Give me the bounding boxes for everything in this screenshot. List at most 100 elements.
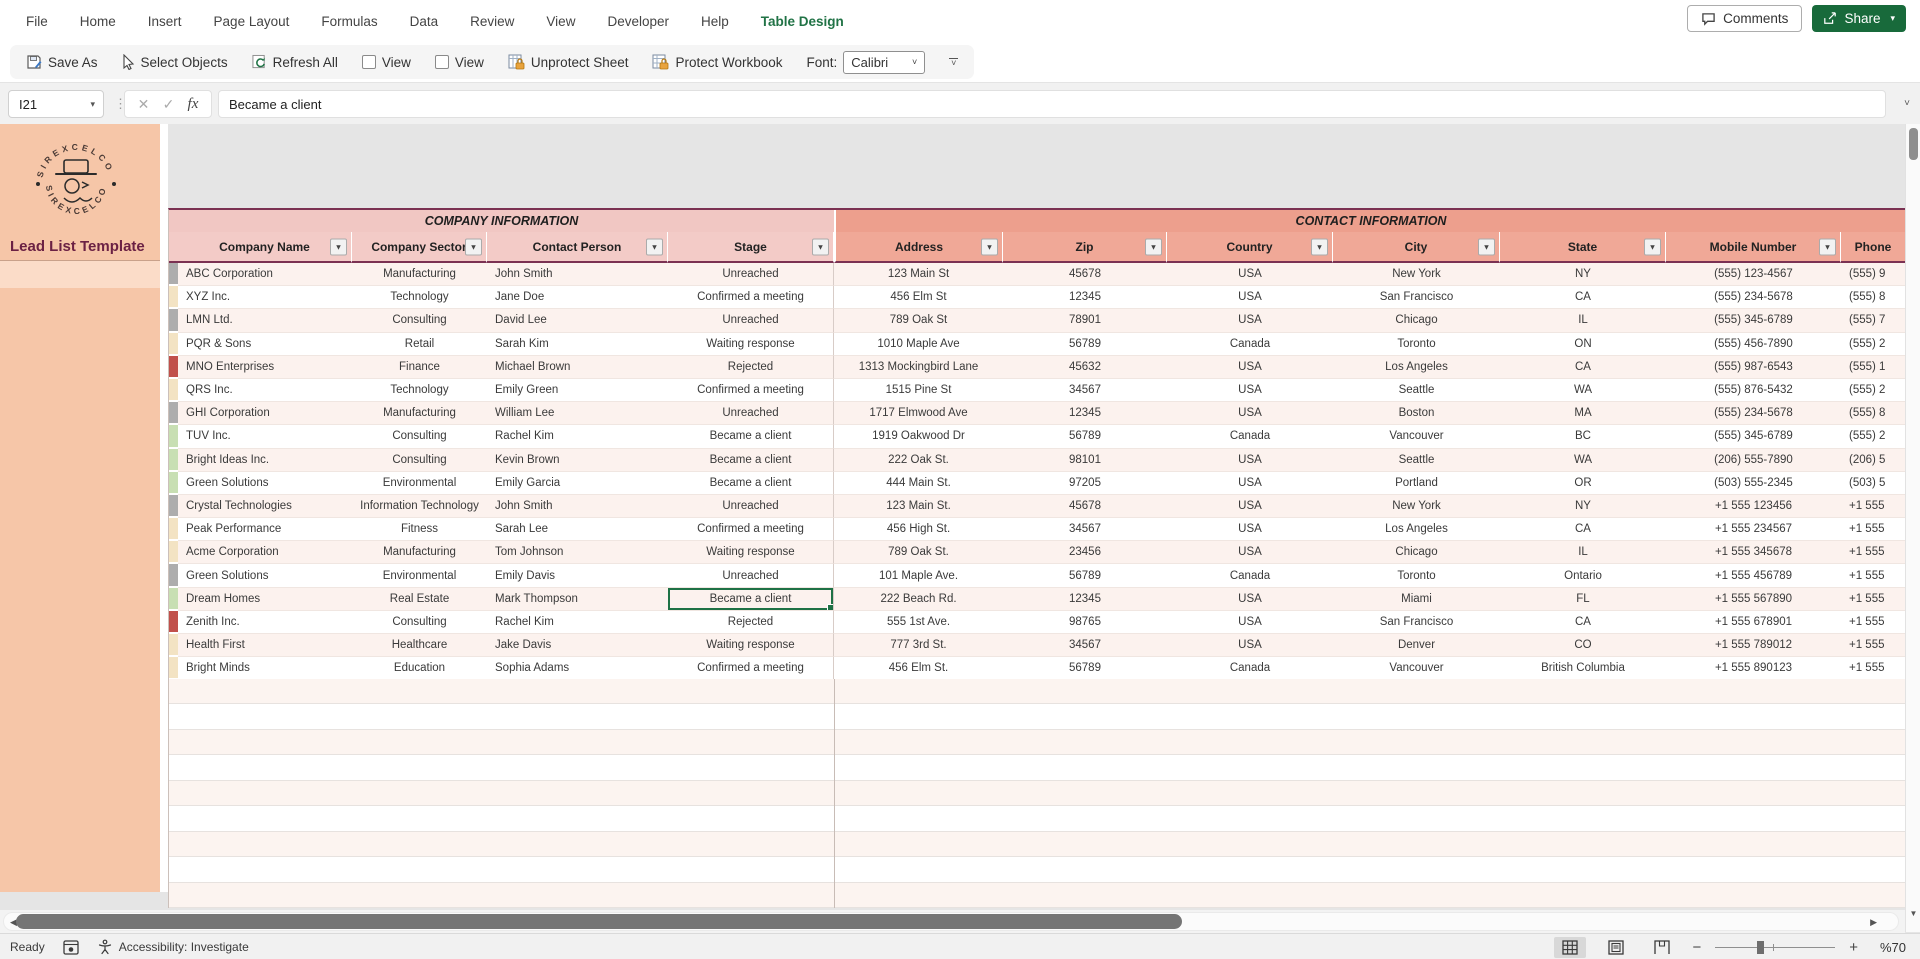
cell-company[interactable]: Dream Homes xyxy=(178,588,352,611)
cell-city[interactable]: Denver xyxy=(1333,634,1500,657)
cell-stage[interactable]: Confirmed a meeting xyxy=(668,379,834,402)
filter-button-company[interactable]: ▾ xyxy=(330,238,347,255)
cell-contact[interactable]: Tom Johnson xyxy=(487,541,668,564)
cell-mobile[interactable]: (555) 345-6789 xyxy=(1666,309,1841,332)
cell-company[interactable]: Green Solutions xyxy=(178,564,352,587)
cell-contact[interactable]: Kevin Brown xyxy=(487,449,668,472)
cell-mobile[interactable]: +1 555 890123 xyxy=(1666,657,1841,680)
cell-zip[interactable]: 56789 xyxy=(1003,657,1167,680)
cell-phone[interactable]: +1 555 xyxy=(1841,518,1906,541)
cell-mobile[interactable]: (555) 987-6543 xyxy=(1666,356,1841,379)
cell-state[interactable]: NY xyxy=(1500,495,1666,518)
cell-stage[interactable]: Waiting response xyxy=(668,333,834,356)
cell-sector[interactable]: Consulting xyxy=(352,425,487,448)
cell-phone[interactable]: (555) 9 xyxy=(1841,263,1906,286)
cell-mobile[interactable]: (555) 234-5678 xyxy=(1666,402,1841,425)
cell-contact[interactable]: Sarah Kim xyxy=(487,333,668,356)
cell-zip[interactable]: 45678 xyxy=(1003,495,1167,518)
cell-company[interactable]: TUV Inc. xyxy=(178,425,352,448)
cell-city[interactable]: Seattle xyxy=(1333,449,1500,472)
vertical-scrollbar-thumb[interactable] xyxy=(1909,128,1918,160)
menu-insert[interactable]: Insert xyxy=(148,14,182,29)
cell-country[interactable]: Canada xyxy=(1167,333,1333,356)
cell-country[interactable]: Canada xyxy=(1167,425,1333,448)
cell-zip[interactable]: 78901 xyxy=(1003,309,1167,332)
cell-state[interactable]: CA xyxy=(1500,286,1666,309)
ribbon-collapse-button[interactable]: ˅ xyxy=(949,58,958,66)
cell-city[interactable]: Vancouver xyxy=(1333,425,1500,448)
cell-stage[interactable]: Confirmed a meeting xyxy=(668,518,834,541)
view-checkbox-2[interactable]: View xyxy=(435,55,484,70)
cell-zip[interactable]: 56789 xyxy=(1003,425,1167,448)
cell-address[interactable]: 555 1st Ave. xyxy=(834,611,1003,634)
cell-stage[interactable]: Unreached xyxy=(668,495,834,518)
cell-state[interactable]: WA xyxy=(1500,449,1666,472)
cell-phone[interactable]: +1 555 xyxy=(1841,588,1906,611)
cell-stage[interactable]: Rejected xyxy=(668,356,834,379)
cell-country[interactable]: USA xyxy=(1167,634,1333,657)
cell-phone[interactable]: +1 555 xyxy=(1841,611,1906,634)
cell-sector[interactable]: Information Technology xyxy=(352,495,487,518)
cell-city[interactable]: Miami xyxy=(1333,588,1500,611)
cell-contact[interactable]: Emily Davis xyxy=(487,564,668,587)
cell-country[interactable]: USA xyxy=(1167,379,1333,402)
cell-company[interactable]: GHI Corporation xyxy=(178,402,352,425)
cell-country[interactable]: USA xyxy=(1167,402,1333,425)
cell-address[interactable]: 1717 Elmwood Ave xyxy=(834,402,1003,425)
cell-address[interactable]: 1313 Mockingbird Lane xyxy=(834,356,1003,379)
cell-city[interactable]: Los Angeles xyxy=(1333,356,1500,379)
cell-company[interactable]: Acme Corporation xyxy=(178,541,352,564)
cell-country[interactable]: USA xyxy=(1167,449,1333,472)
filter-button-sector[interactable]: ▾ xyxy=(465,238,482,255)
cell-contact[interactable]: Rachel Kim xyxy=(487,425,668,448)
cell-contact[interactable]: John Smith xyxy=(487,263,668,286)
cell-company[interactable]: Peak Performance xyxy=(178,518,352,541)
cell-city[interactable]: Portland xyxy=(1333,472,1500,495)
cell-contact[interactable]: Jane Doe xyxy=(487,286,668,309)
cell-zip[interactable]: 56789 xyxy=(1003,564,1167,587)
cell-contact[interactable]: Sophia Adams xyxy=(487,657,668,680)
cell-phone[interactable]: +1 555 xyxy=(1841,541,1906,564)
checkbox-icon[interactable] xyxy=(362,55,376,69)
menu-home[interactable]: Home xyxy=(80,14,116,29)
cell-zip[interactable]: 12345 xyxy=(1003,402,1167,425)
cell-company[interactable]: QRS Inc. xyxy=(178,379,352,402)
cell-country[interactable]: Canada xyxy=(1167,564,1333,587)
cell-state[interactable]: ON xyxy=(1500,333,1666,356)
cell-state[interactable]: BC xyxy=(1500,425,1666,448)
filter-button-address[interactable]: ▾ xyxy=(981,238,998,255)
menu-formulas[interactable]: Formulas xyxy=(321,14,377,29)
cell-sector[interactable]: Retail xyxy=(352,333,487,356)
cell-mobile[interactable]: +1 555 123456 xyxy=(1666,495,1841,518)
cell-city[interactable]: Vancouver xyxy=(1333,657,1500,680)
cell-contact[interactable]: Sarah Lee xyxy=(487,518,668,541)
cell-zip[interactable]: 12345 xyxy=(1003,588,1167,611)
filter-button-mobile[interactable]: ▾ xyxy=(1819,238,1836,255)
cell-address[interactable]: 456 High St. xyxy=(834,518,1003,541)
zoom-slider[interactable] xyxy=(1715,940,1835,954)
cell-company[interactable]: Health First xyxy=(178,634,352,657)
cell-zip[interactable]: 56789 xyxy=(1003,333,1167,356)
cell-state[interactable]: British Columbia xyxy=(1500,657,1666,680)
share-button[interactable]: Share ▾ xyxy=(1812,5,1906,32)
cell-address[interactable]: 789 Oak St. xyxy=(834,541,1003,564)
cell-state[interactable]: WA xyxy=(1500,379,1666,402)
cell-address[interactable]: 444 Main St. xyxy=(834,472,1003,495)
cell-state[interactable]: IL xyxy=(1500,541,1666,564)
cell-country[interactable]: USA xyxy=(1167,611,1333,634)
cell-address[interactable]: 777 3rd St. xyxy=(834,634,1003,657)
cell-country[interactable]: USA xyxy=(1167,518,1333,541)
cell-mobile[interactable]: +1 555 456789 xyxy=(1666,564,1841,587)
cell-zip[interactable]: 34567 xyxy=(1003,518,1167,541)
cell-phone[interactable]: (555) 8 xyxy=(1841,286,1906,309)
cell-city[interactable]: Boston xyxy=(1333,402,1500,425)
cell-address[interactable]: 1010 Maple Ave xyxy=(834,333,1003,356)
cell-zip[interactable]: 45632 xyxy=(1003,356,1167,379)
filter-button-city[interactable]: ▾ xyxy=(1478,238,1495,255)
cell-country[interactable]: USA xyxy=(1167,309,1333,332)
cell-country[interactable]: USA xyxy=(1167,472,1333,495)
menu-file[interactable]: File xyxy=(26,14,48,29)
cell-stage[interactable]: Unreached xyxy=(668,263,834,286)
horizontal-scrollbar[interactable]: ◀ ▶ xyxy=(0,910,1905,933)
cell-sector[interactable]: Manufacturing xyxy=(352,541,487,564)
